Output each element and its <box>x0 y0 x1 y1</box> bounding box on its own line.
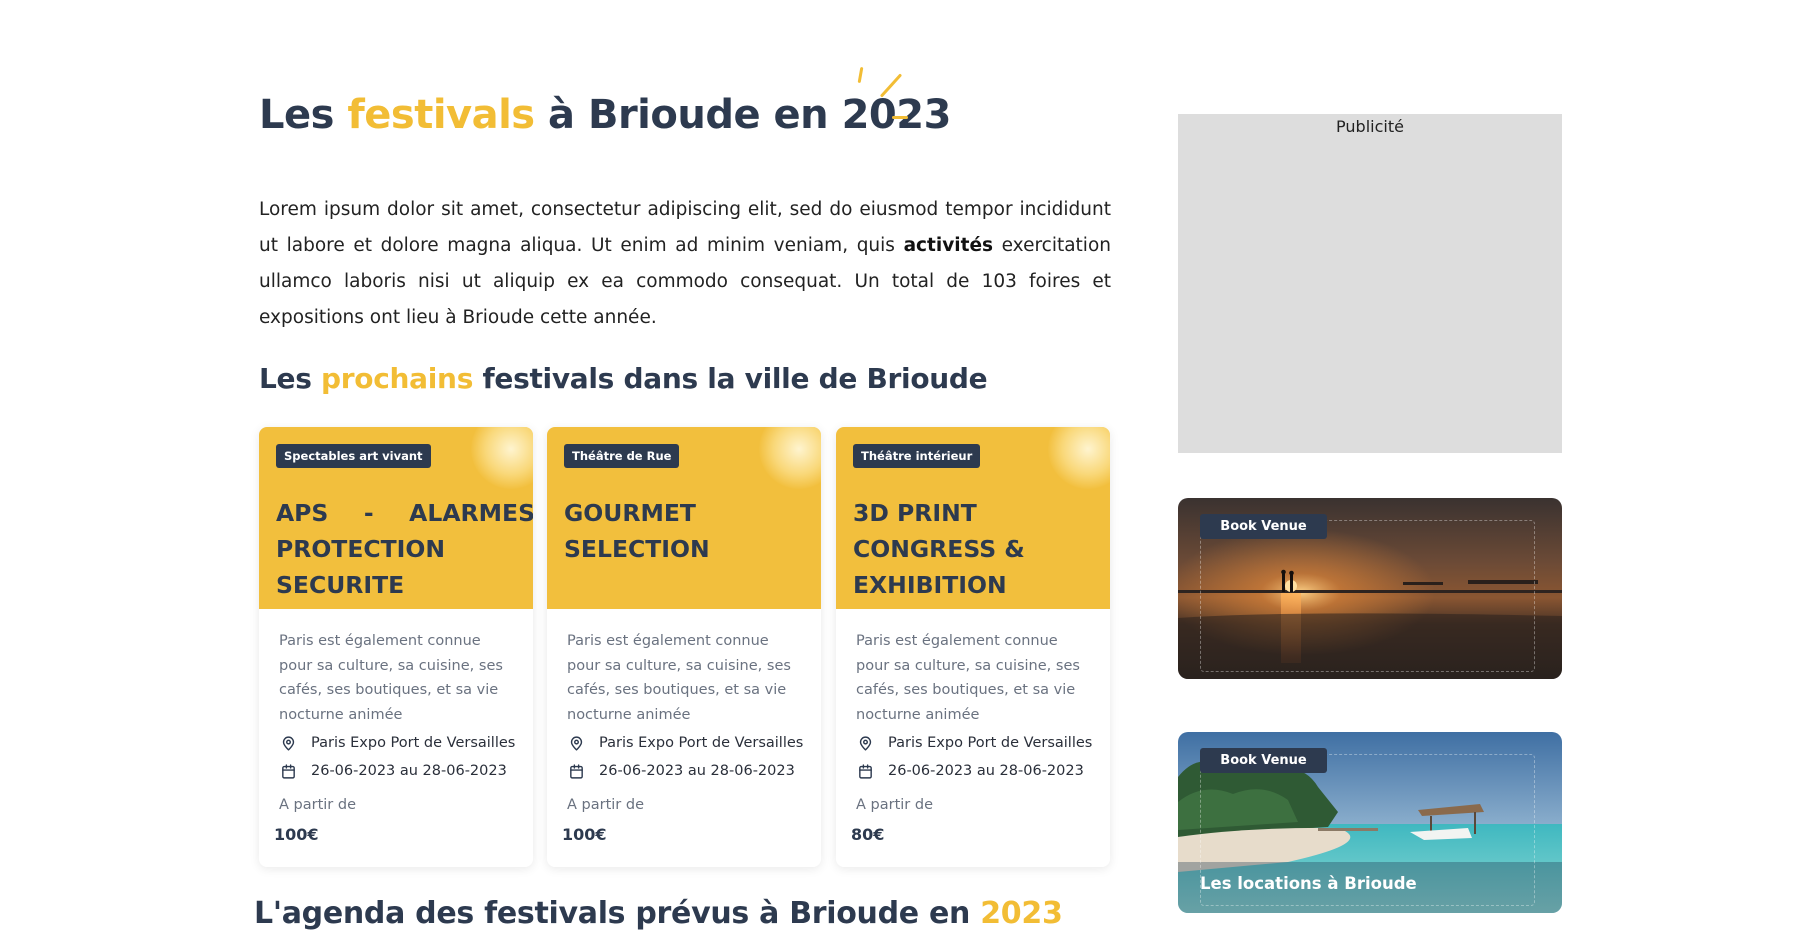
card-price-label: A partir de <box>279 797 356 813</box>
card-header: Spectables art vivant APS - ALARMES PROT… <box>259 427 533 609</box>
title-sparkle-decoration <box>857 66 864 84</box>
location-pin-icon <box>859 735 872 751</box>
card-location: Paris Expo Port de Versailles <box>599 735 804 751</box>
calendar-icon <box>282 763 295 779</box>
card-location-row: Paris Expo Port de Versailles <box>856 731 1093 755</box>
card-price-label: A partir de <box>856 797 933 813</box>
location-pin-icon <box>282 735 295 751</box>
card-dates: 26-06-2023 au 28-06-2023 <box>311 763 507 779</box>
venue-card-tropical[interactable]: Book Venue Les locations à Brioude <box>1178 732 1562 913</box>
venue-frame <box>1200 520 1535 672</box>
title-suffix: à Brioude en 2023 <box>534 92 951 138</box>
card-description: Paris est également connue pour sa cultu… <box>567 633 791 723</box>
card-glow-decoration <box>471 427 533 489</box>
card-description: Paris est également connue pour sa cultu… <box>279 633 503 723</box>
title-prefix: Les <box>259 92 348 138</box>
card-date-row: 26-06-2023 au 28-06-2023 <box>279 759 516 783</box>
upcoming-prefix: Les <box>259 362 322 395</box>
card-location-row: Paris Expo Port de Versailles <box>567 731 804 755</box>
card-title[interactable]: APS - ALARMES PROTECTION SECURITE <box>276 495 533 603</box>
intro-paragraph: Lorem ipsum dolor sit amet, consectetur … <box>259 192 1111 336</box>
title-sparkle-decoration <box>892 116 908 119</box>
card-location: Paris Expo Port de Versailles <box>311 735 516 751</box>
page-title: Les festivals à Brioude en 2023 <box>259 92 951 138</box>
upcoming-suffix: festivals dans la ville de Brioude <box>473 362 988 395</box>
card-dates: 26-06-2023 au 28-06-2023 <box>888 763 1084 779</box>
card-date-row: 26-06-2023 au 28-06-2023 <box>856 759 1093 783</box>
card-price: 100€ <box>562 825 607 844</box>
agenda-accent: 2023 <box>980 896 1063 931</box>
agenda-prefix: L'agenda des festivals prévus à Brioude … <box>254 896 981 931</box>
card-body: Paris est également connue pour sa cultu… <box>259 609 533 844</box>
festival-card[interactable]: Théâtre intérieur 3D PRINT CONGRESS & EX… <box>836 427 1110 867</box>
festival-card[interactable]: Théâtre de Rue GOURMET SELECTION Paris e… <box>547 427 821 867</box>
agenda-heading: L'agenda des festivals prévus à Brioude … <box>254 896 1063 931</box>
upcoming-accent: prochains <box>321 362 474 395</box>
card-date-row: 26-06-2023 au 28-06-2023 <box>567 759 804 783</box>
card-glow-decoration <box>759 427 821 489</box>
card-description: Paris est également connue pour sa cultu… <box>856 633 1080 723</box>
card-title[interactable]: GOURMET SELECTION <box>564 495 821 567</box>
intro-bold: activités <box>903 235 994 256</box>
card-header: Théâtre de Rue GOURMET SELECTION <box>547 427 821 609</box>
upcoming-festivals-heading: Les prochains festivals dans la ville de… <box>259 362 988 395</box>
ad-placeholder[interactable]: Publicité <box>1178 114 1562 453</box>
card-location: Paris Expo Port de Versailles <box>888 735 1093 751</box>
card-glow-decoration <box>1048 427 1110 489</box>
card-body: Paris est également connue pour sa cultu… <box>836 609 1110 844</box>
category-badge[interactable]: Spectables art vivant <box>276 444 431 468</box>
calendar-icon <box>570 763 583 779</box>
card-header: Théâtre intérieur 3D PRINT CONGRESS & EX… <box>836 427 1110 609</box>
page: Les festivals à Brioude en 2023 Lorem ip… <box>0 0 1805 948</box>
venue-card-sunset[interactable]: Book Venue <box>1178 498 1562 679</box>
title-accent: festivals <box>347 92 535 138</box>
ad-label: Publicité <box>1336 117 1404 136</box>
card-body: Paris est également connue pour sa cultu… <box>547 609 821 844</box>
card-title[interactable]: 3D PRINT CONGRESS & EXHIBITION <box>853 495 1110 603</box>
calendar-icon <box>859 763 872 779</box>
card-dates: 26-06-2023 au 28-06-2023 <box>599 763 795 779</box>
book-venue-button[interactable]: Book Venue <box>1200 514 1327 539</box>
category-badge[interactable]: Théâtre intérieur <box>853 444 981 468</box>
location-pin-icon <box>570 735 583 751</box>
card-price: 100€ <box>274 825 319 844</box>
festival-card[interactable]: Spectables art vivant APS - ALARMES PROT… <box>259 427 533 867</box>
card-location-row: Paris Expo Port de Versailles <box>279 731 516 755</box>
card-price: 80€ <box>851 825 885 844</box>
category-badge[interactable]: Théâtre de Rue <box>564 444 680 468</box>
card-price-label: A partir de <box>567 797 644 813</box>
venue-label: Les locations à Brioude <box>1200 874 1417 893</box>
book-venue-button[interactable]: Book Venue <box>1200 748 1327 773</box>
